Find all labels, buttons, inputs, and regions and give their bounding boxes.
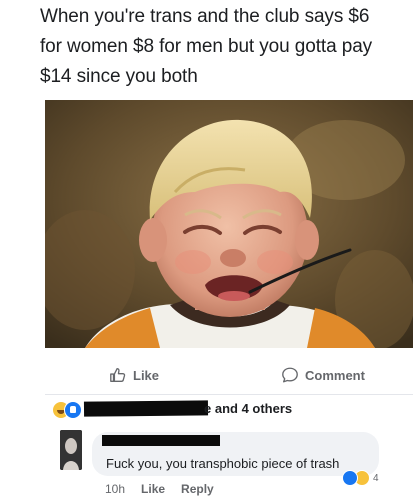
comment-bubble: Fuck you, you transphobic piece of trash: [92, 432, 379, 476]
post-photo[interactable]: [45, 100, 413, 348]
comment-meta: 10h Like Reply: [105, 482, 214, 496]
avatar[interactable]: [60, 430, 82, 470]
comment-timestamp: 10h: [105, 482, 126, 496]
redacted-commenter-name: [102, 435, 220, 446]
comment-reaction-count: 4: [373, 472, 379, 484]
comment-bubble-icon: [282, 367, 298, 383]
comment-reply-link[interactable]: Reply: [181, 482, 214, 496]
like-icon: [64, 401, 82, 419]
comment-button[interactable]: Comment: [281, 366, 365, 384]
caption-line-2: for women $8 for men but you gotta pay: [40, 36, 373, 57]
thumbs-up-icon: [110, 368, 126, 382]
like-button-label: Like: [133, 367, 160, 383]
commenter-photo: [60, 430, 82, 470]
caption-line-1: When you're trans and the club says $6: [40, 6, 370, 27]
like-icon: [342, 470, 358, 486]
like-button[interactable]: Like: [109, 366, 159, 384]
comment-button-label: Comment: [305, 367, 365, 383]
comment-reactions[interactable]: 4: [342, 470, 379, 486]
comment-like-link[interactable]: Like: [141, 482, 165, 496]
post-action-bar: Like Comment: [45, 358, 413, 395]
crying-child-photo: [45, 100, 413, 348]
redacted-name: [83, 400, 209, 417]
reaction-summary[interactable]: e and 4 others: [52, 398, 412, 420]
reaction-summary-text: e and 4 others: [204, 401, 293, 416]
comment-text: Fuck you, you transphobic piece of trash: [106, 456, 340, 471]
caption-line-3: $14 since you both: [40, 66, 198, 87]
post-caption: When you're trans and the club says $6 f…: [40, 2, 412, 92]
